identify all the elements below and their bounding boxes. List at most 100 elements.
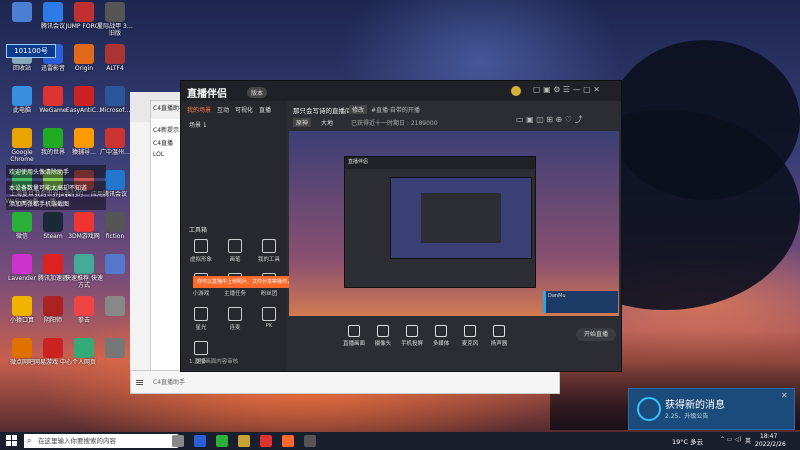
- desktop-icon-label: fiction: [105, 233, 125, 240]
- app-icon: [43, 212, 63, 232]
- tool-label: 我的工具: [257, 257, 280, 263]
- nested-preview: [390, 177, 532, 259]
- tool-item[interactable]: 连麦: [219, 307, 251, 331]
- app-icon: [12, 2, 32, 22]
- bottom-tool-label: 手机投屏: [400, 341, 423, 347]
- tree-silhouette: [610, 40, 800, 200]
- app-brand: 直播伴侣: [187, 89, 227, 100]
- toast: 欢迎使用头像清除助手: [6, 165, 106, 178]
- scene-item[interactable]: 场景 1: [181, 118, 287, 131]
- tool-item[interactable]: 虚拟形象: [185, 239, 217, 263]
- avatar[interactable]: [511, 86, 521, 96]
- bottom-window[interactable]: ≡ C4直播助手: [130, 370, 560, 394]
- version-badge[interactable]: 版本: [247, 87, 268, 98]
- desktop-icon[interactable]: Microsof…: [95, 86, 135, 114]
- notification-panel[interactable]: 获得新的消息 2.25、升级公告 ✕: [628, 388, 795, 430]
- toolbox-title: 工具箱: [189, 227, 208, 234]
- taskbar-app-icon[interactable]: [194, 435, 206, 447]
- desktop-icon-label: 个人网页: [71, 359, 96, 366]
- bottom-tool-icon: [435, 325, 447, 337]
- category-label: 大地: [321, 120, 334, 127]
- desktop-icon[interactable]: [95, 254, 135, 275]
- close-icon[interactable]: ✕: [781, 391, 788, 400]
- app-icon: [12, 338, 32, 358]
- app-icon: [74, 2, 94, 22]
- desktop-icon-label: ALTF4: [106, 65, 124, 72]
- bottom-tool[interactable]: 手机投屏: [399, 325, 425, 347]
- tool-icon: [262, 239, 276, 253]
- tab-interact[interactable]: 互动: [217, 105, 229, 114]
- taskbar-app-icon[interactable]: [282, 435, 294, 447]
- tool-label: 粉丝团: [260, 291, 278, 297]
- taskbar-app-icon[interactable]: [172, 435, 184, 447]
- streaming-app-window[interactable]: 直播伴侣 版本 ▢ ▣ ⚙ ☰ — ▢ ✕ 我的场景 互动 可视化 直播 场景 …: [180, 80, 622, 372]
- notification-subtitle: 2.25、升级公告: [665, 413, 709, 420]
- game-label[interactable]: 原神: [293, 118, 312, 127]
- tool-icon: [262, 307, 276, 321]
- taskbar-app-icon[interactable]: [216, 435, 228, 447]
- app-icon: [12, 212, 32, 232]
- bottom-tool[interactable]: 麦克风: [457, 325, 483, 347]
- taskbar-search[interactable]: 在这里输入你要搜索的内容: [24, 434, 178, 448]
- tab-scenes[interactable]: 我的场景: [187, 105, 211, 114]
- tool-icon: [228, 239, 242, 253]
- bottom-tool-icon: [348, 325, 360, 337]
- app-icon: [74, 254, 94, 274]
- desktop-icon[interactable]: [95, 338, 135, 359]
- menu-icon[interactable]: ≡: [135, 376, 144, 389]
- bottom-tool[interactable]: 扬声器: [486, 325, 512, 347]
- desktop-icon-label: 拳击: [77, 317, 90, 324]
- tool-item[interactable]: PK: [253, 307, 285, 329]
- tab-live[interactable]: 直播: [259, 105, 271, 114]
- preview-canvas[interactable]: 直播伴侣 DanMu: [289, 131, 619, 316]
- desktop-icon[interactable]: fiction: [95, 212, 135, 240]
- taskbar-app-icon[interactable]: [304, 435, 316, 447]
- app-icon: [43, 2, 63, 22]
- taskbar-app-icon[interactable]: [260, 435, 272, 447]
- tool-item[interactable]: 我的工具: [253, 239, 285, 263]
- desktop-icon[interactable]: 广中温州…: [95, 128, 135, 156]
- weather[interactable]: 19°C 多云: [672, 436, 703, 446]
- small-notification[interactable]: DanMu: [543, 291, 618, 313]
- app-icon: [105, 128, 125, 148]
- tool-label: 主播任务: [223, 291, 246, 297]
- tray-icons[interactable]: ⌃ ▭ ◁): [720, 436, 741, 443]
- desktop-badge: 101100号: [6, 44, 56, 58]
- tool-item[interactable]: 星光: [185, 307, 217, 331]
- toast: 本设备数量可能太高却不知道: [6, 181, 106, 194]
- window-controls[interactable]: ▢ ▣ ⚙ ☰ — ▢ ✕: [533, 85, 600, 94]
- app-icon: [12, 128, 32, 148]
- taskbar-app-icon[interactable]: [238, 435, 250, 447]
- windows-start-icon[interactable]: [6, 435, 17, 446]
- clock-time[interactable]: 18:47: [760, 433, 777, 440]
- tool-label: 连麦: [229, 325, 241, 331]
- tool-icon: [194, 307, 208, 321]
- start-live-button[interactable]: 开始直播: [576, 328, 616, 341]
- bottom-tool-label: 麦克风: [461, 341, 479, 347]
- app-icon: [105, 170, 125, 190]
- edit-title-button[interactable]: 修改: [349, 105, 368, 114]
- input-language[interactable]: 英: [745, 436, 751, 445]
- app-icon: [43, 254, 63, 274]
- bottom-tool[interactable]: 多媒体: [428, 325, 454, 347]
- preview-icons[interactable]: ▭ ▣ ◫ ⊞ ⊕ ♡ ⤴: [516, 114, 583, 125]
- clock-date[interactable]: 2022/2/26: [755, 441, 786, 448]
- bottom-tool[interactable]: 直播画面: [341, 325, 367, 347]
- desktop-icon[interactable]: 星际战甲 3…旧版: [95, 2, 135, 37]
- tool-label: 虚拟形象: [189, 257, 212, 263]
- app-icon: [12, 254, 32, 274]
- window-label: C4直播助手: [153, 379, 186, 386]
- tab-visual[interactable]: 可视化: [235, 105, 253, 114]
- app-icon: [74, 44, 94, 64]
- bottom-tool-icon: [493, 325, 505, 337]
- tool-item[interactable]: 画笔: [219, 239, 251, 263]
- nested-app-window: 直播伴侣: [344, 156, 536, 288]
- stream-tag[interactable]: #直播·自带的开播: [371, 105, 420, 114]
- room-title: 那只会写诗的直播间: [293, 107, 352, 115]
- desktop-icon[interactable]: [95, 296, 135, 317]
- bottom-tool[interactable]: 摄像头: [370, 325, 396, 347]
- bottom-tool-icon: [377, 325, 389, 337]
- app-icon: [74, 86, 94, 106]
- desktop-icon[interactable]: ALTF4: [95, 44, 135, 72]
- app-icon: [74, 128, 94, 148]
